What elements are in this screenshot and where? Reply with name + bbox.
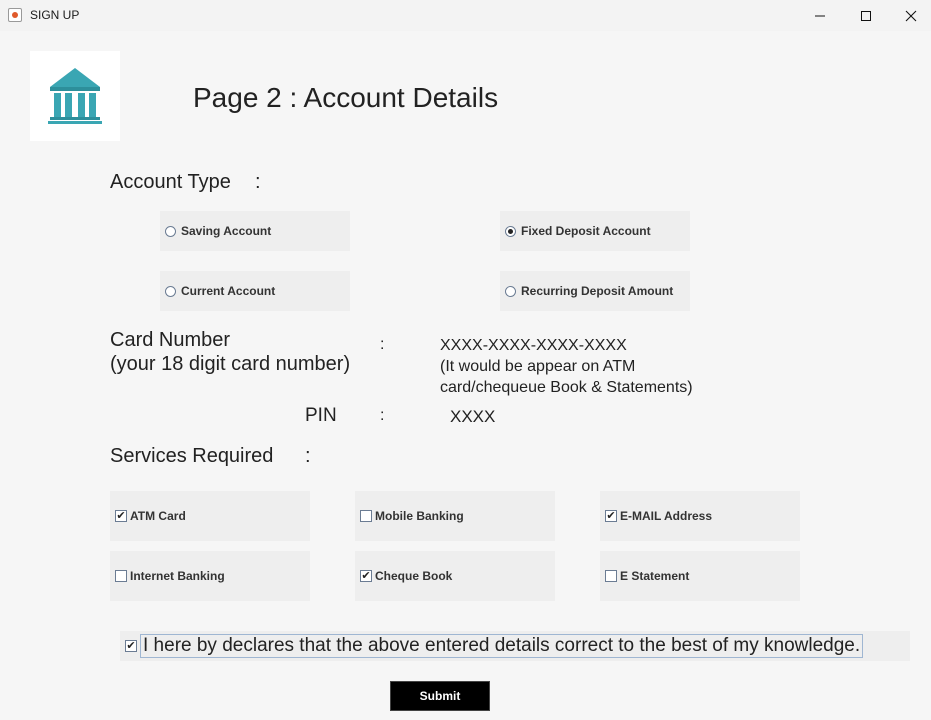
checkbox[interactable] bbox=[360, 510, 372, 522]
services-required-colon: : bbox=[305, 445, 311, 467]
radio-recurring-deposit-amount[interactable]: Recurring Deposit Amount bbox=[500, 271, 690, 311]
card-number-note-line1: (It would be appear on ATM bbox=[440, 358, 636, 375]
radio-button[interactable] bbox=[505, 285, 516, 297]
card-number-note-line2: card/chequeue Book & Statements) bbox=[440, 379, 693, 396]
checkbox-label: E-MAIL Address bbox=[620, 509, 713, 523]
card-number-label: Card Number bbox=[110, 329, 231, 351]
radio-button[interactable] bbox=[165, 285, 176, 297]
checkbox-label: ATM Card bbox=[130, 509, 186, 523]
checkbox-mobile-banking[interactable]: Mobile Banking bbox=[355, 491, 555, 541]
radio-label: Saving Account bbox=[181, 224, 272, 238]
card-number-colon: : bbox=[380, 336, 385, 353]
checkbox-checked[interactable]: ✔ bbox=[360, 570, 372, 582]
checkbox-checked[interactable]: ✔ bbox=[605, 510, 617, 522]
checkbox-label: Mobile Banking bbox=[375, 509, 464, 523]
radio-label: Recurring Deposit Amount bbox=[521, 284, 674, 298]
bank-icon bbox=[48, 68, 102, 124]
declaration-checkbox[interactable]: ✔ I here by declares that the above ente… bbox=[120, 631, 910, 661]
checkbox[interactable] bbox=[605, 570, 617, 582]
page-title: Page 2 : Account Details bbox=[193, 82, 499, 113]
checkbox-e-statement[interactable]: E Statement bbox=[600, 551, 800, 601]
checkbox-label: Cheque Book bbox=[375, 569, 453, 583]
account-type-colon: : bbox=[255, 171, 261, 193]
declaration-text: I here by declares that the above entere… bbox=[140, 634, 864, 658]
minimize-icon bbox=[815, 15, 825, 16]
checkbox-checked[interactable]: ✔ bbox=[125, 640, 137, 652]
pin-label: PIN bbox=[305, 405, 337, 426]
account-type-label: Account Type bbox=[110, 171, 231, 193]
radio-label: Current Account bbox=[181, 284, 276, 298]
card-number-hint: (your 18 digit card number) bbox=[110, 353, 351, 375]
card-number-value: XXXX-XXXX-XXXX-XXXX bbox=[440, 337, 627, 354]
checkbox-checked[interactable]: ✔ bbox=[115, 510, 127, 522]
services-required-label: Services Required bbox=[110, 445, 274, 467]
pin-value: XXXX bbox=[450, 407, 496, 426]
submit-button[interactable]: Submit bbox=[390, 681, 490, 711]
radio-saving-account[interactable]: Saving Account bbox=[160, 211, 350, 251]
checkbox[interactable] bbox=[115, 570, 127, 582]
maximize-icon bbox=[861, 10, 871, 21]
checkbox-email-address[interactable]: ✔ E-MAIL Address bbox=[600, 491, 800, 541]
checkbox-atm-card[interactable]: ✔ ATM Card bbox=[110, 491, 310, 541]
checkbox-cheque-book[interactable]: ✔ Cheque Book bbox=[355, 551, 555, 601]
bank-logo bbox=[30, 51, 120, 141]
pin-colon: : bbox=[380, 407, 385, 424]
form-panel: Page 2 : Account Details Account Type : … bbox=[0, 31, 931, 720]
radio-label: Fixed Deposit Account bbox=[521, 224, 651, 238]
java-app-icon bbox=[8, 8, 22, 22]
title-bar: SIGN UP bbox=[0, 0, 931, 32]
maximize-button[interactable] bbox=[843, 0, 889, 31]
checkbox-label: E Statement bbox=[620, 569, 690, 583]
radio-current-account[interactable]: Current Account bbox=[160, 271, 350, 311]
radio-button-selected[interactable] bbox=[505, 225, 516, 237]
radio-fixed-deposit-account[interactable]: Fixed Deposit Account bbox=[500, 211, 690, 251]
checkbox-internet-banking[interactable]: Internet Banking bbox=[110, 551, 310, 601]
close-button[interactable] bbox=[888, 0, 931, 31]
minimize-button[interactable] bbox=[797, 0, 843, 31]
radio-button[interactable] bbox=[165, 225, 176, 237]
close-icon bbox=[905, 10, 917, 21]
checkbox-label: Internet Banking bbox=[130, 569, 225, 583]
window-title: SIGN UP bbox=[30, 8, 80, 22]
